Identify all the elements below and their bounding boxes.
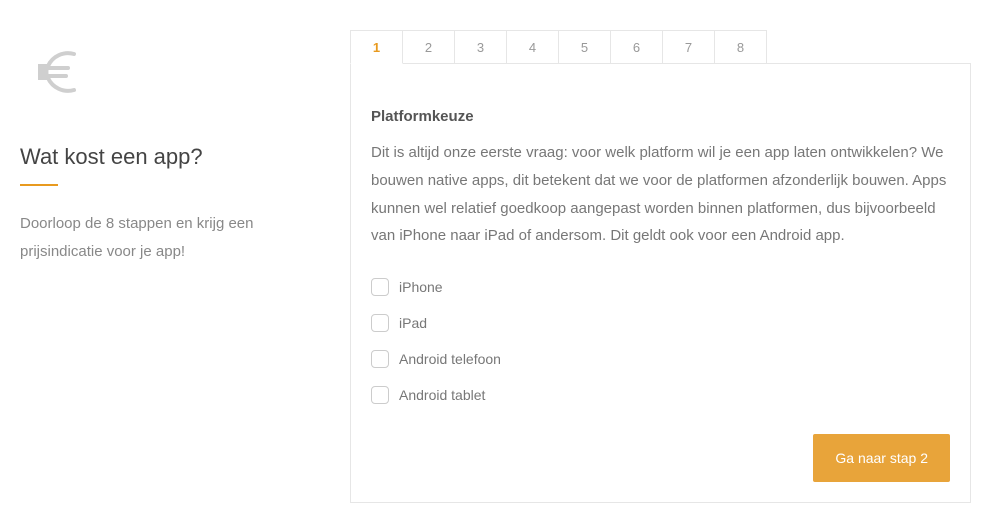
step-tabs: 1 2 3 4 5 6 7 8 [350, 30, 971, 64]
tab-step-3[interactable]: 3 [454, 30, 507, 64]
next-step-button[interactable]: Ga naar stap 2 [813, 434, 950, 482]
option-label: Android telefoon [399, 351, 501, 367]
option-iphone[interactable]: iPhone [371, 278, 950, 296]
sidebar: Wat kost een app? Doorloop de 8 stappen … [20, 30, 350, 503]
sidebar-description: Doorloop de 8 stappen en krijg een prijs… [20, 210, 310, 266]
tab-step-8[interactable]: 8 [714, 30, 767, 64]
step-panel: Platformkeuze Dit is altijd onze eerste … [350, 63, 971, 503]
tab-step-7[interactable]: 7 [662, 30, 715, 64]
tab-step-1[interactable]: 1 [350, 30, 403, 64]
checkbox-icon [371, 278, 389, 296]
option-ipad[interactable]: iPad [371, 314, 950, 332]
checkbox-icon [371, 386, 389, 404]
option-label: iPad [399, 315, 427, 331]
option-android-phone[interactable]: Android telefoon [371, 350, 950, 368]
option-label: Android tablet [399, 387, 485, 403]
main-content: 1 2 3 4 5 6 7 8 Platformkeuze Dit is alt… [350, 30, 971, 503]
panel-text: Dit is altijd onze eerste vraag: voor we… [371, 139, 950, 250]
option-android-tablet[interactable]: Android tablet [371, 386, 950, 404]
option-label: iPhone [399, 279, 443, 295]
tab-step-2[interactable]: 2 [402, 30, 455, 64]
checkbox-icon [371, 314, 389, 332]
title-underline [20, 184, 58, 186]
tab-step-4[interactable]: 4 [506, 30, 559, 64]
checkbox-icon [371, 350, 389, 368]
tab-step-5[interactable]: 5 [558, 30, 611, 64]
panel-title: Platformkeuze [371, 108, 950, 125]
tab-step-6[interactable]: 6 [610, 30, 663, 64]
euro-icon [30, 40, 94, 104]
sidebar-title: Wat kost een app? [20, 144, 310, 170]
